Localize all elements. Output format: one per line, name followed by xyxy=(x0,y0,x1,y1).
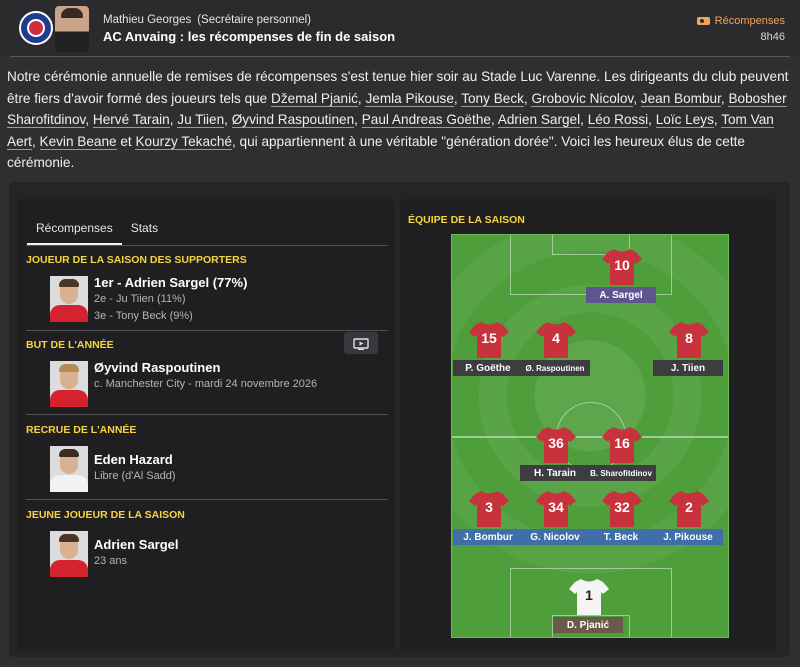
player-link[interactable]: Øyvind Raspoutinen xyxy=(231,112,355,128)
tab-stats[interactable]: Stats xyxy=(122,216,167,245)
player-name-label: J. Bombur xyxy=(453,529,523,545)
supporters-award-title: JOUEUR DE LA SAISON DES SUPPORTERS xyxy=(26,254,247,266)
sender-avatar xyxy=(55,6,89,52)
tag-icon xyxy=(696,17,710,25)
section-divider xyxy=(26,499,388,500)
tabs-divider xyxy=(26,245,388,246)
header-divider xyxy=(10,56,790,57)
team-player[interactable]: 36 H. Tarain xyxy=(520,425,590,491)
young-player[interactable]: Adrien Sargel xyxy=(94,537,179,552)
avatar[interactable] xyxy=(50,531,88,577)
avatar[interactable] xyxy=(50,276,88,322)
tag-label: Récompenses xyxy=(714,15,785,27)
supporters-first[interactable]: 1er - Adrien Sargel (77%) xyxy=(94,275,247,290)
young-award-title: JEUNE JOUEUR DE LA SAISON xyxy=(26,509,185,521)
player-link[interactable]: Ju Tiien xyxy=(177,112,225,128)
team-player[interactable]: 32 T. Beck xyxy=(586,489,656,555)
player-link[interactable]: Paul Andreas Goëthe xyxy=(361,112,491,128)
player-link[interactable]: Jean Bombur xyxy=(640,90,721,107)
player-link[interactable]: Kevin Beane xyxy=(39,133,117,150)
message-title: AC Anvaing : les récompenses de fin de s… xyxy=(103,29,396,44)
player-link[interactable]: Kourzy Tekaché xyxy=(135,133,232,150)
player-name-label: Ø. Raspoutinen xyxy=(520,360,590,376)
player-link[interactable]: Adrien Sargel xyxy=(497,112,581,128)
watch-goal-button[interactable] xyxy=(344,332,378,354)
player-name-label: T. Beck xyxy=(586,529,656,545)
message-time: 8h46 xyxy=(760,31,785,43)
section-divider xyxy=(26,330,388,331)
message-header: Mathieu Georges (Secrétaire personnel) AC… xyxy=(0,0,800,56)
team-player[interactable]: 2 J. Pikouse xyxy=(653,489,723,555)
team-of-season-title: ÉQUIPE DE LA SAISON xyxy=(408,214,525,226)
goal-detail: c. Manchester City - mardi 24 novembre 2… xyxy=(94,378,318,390)
team-player[interactable]: 34 G. Nicolov xyxy=(520,489,590,555)
player-link[interactable]: Džemal Pjanić xyxy=(271,90,358,107)
team-player[interactable]: 16 B. Sharofitdinov xyxy=(586,425,656,491)
team-player[interactable]: 15 P. Goëthe xyxy=(453,320,523,386)
player-name-label: G. Nicolov xyxy=(520,529,590,545)
intro-paragraph: Notre cérémonie annuelle de remises de r… xyxy=(7,69,789,171)
player-link[interactable]: Hervé Tarain xyxy=(92,112,170,128)
intro-text-2: , qui appartiennent à une véritable "gén… xyxy=(7,133,745,171)
signing-detail: Libre (d'Al Sadd) xyxy=(94,470,176,482)
team-player[interactable]: 1 D. Pjanić xyxy=(553,577,623,643)
player-link[interactable]: Jemla Pikouse xyxy=(365,90,454,107)
player-name-label: J. Tiien xyxy=(653,360,723,376)
sender-name[interactable]: Mathieu Georges xyxy=(103,14,191,26)
awards-tabs: Récompenses Stats xyxy=(27,216,167,246)
supporters-third: 3e - Tony Beck (9%) xyxy=(94,310,193,322)
sender-line: Mathieu Georges (Secrétaire personnel) xyxy=(103,14,311,26)
club-crest-icon xyxy=(19,11,53,45)
category-tag[interactable]: Récompenses xyxy=(696,15,785,27)
tv-play-icon xyxy=(353,337,369,350)
young-detail: 23 ans xyxy=(94,555,128,567)
avatar[interactable] xyxy=(50,446,88,492)
tab-recompenses[interactable]: Récompenses xyxy=(27,216,122,245)
player-link[interactable]: Léo Rossi xyxy=(587,112,649,128)
player-name-label: B. Sharofitdinov xyxy=(586,465,656,481)
team-player[interactable]: 3 J. Bombur xyxy=(453,489,523,555)
team-player[interactable]: 10 A. Sargel xyxy=(586,247,656,313)
sender-role: (Secrétaire personnel) xyxy=(197,14,311,26)
team-player[interactable]: 8 J. Tiien xyxy=(653,320,723,386)
player-name-label: P. Goëthe xyxy=(453,360,523,376)
player-link[interactable]: Grobovic Nicolov xyxy=(531,90,634,107)
player-link[interactable]: Tony Beck xyxy=(461,90,524,107)
section-divider xyxy=(26,414,388,415)
player-link[interactable]: Loïc Leys xyxy=(655,112,714,128)
goal-award-title: BUT DE L'ANNÉE xyxy=(26,339,114,351)
player-name-label: H. Tarain xyxy=(520,465,590,481)
team-player[interactable]: 4 Ø. Raspoutinen xyxy=(520,320,590,386)
goal-player[interactable]: Øyvind Raspoutinen xyxy=(94,360,220,375)
player-name-label: D. Pjanić xyxy=(553,617,623,633)
signing-award-title: RECRUE DE L'ANNÉE xyxy=(26,424,137,436)
avatar[interactable] xyxy=(50,361,88,407)
player-name-label: A. Sargel xyxy=(586,287,656,303)
supporters-second: 2e - Ju Tiien (11%) xyxy=(94,293,186,305)
player-name-label: J. Pikouse xyxy=(653,529,723,545)
signing-player[interactable]: Eden Hazard xyxy=(94,452,173,467)
